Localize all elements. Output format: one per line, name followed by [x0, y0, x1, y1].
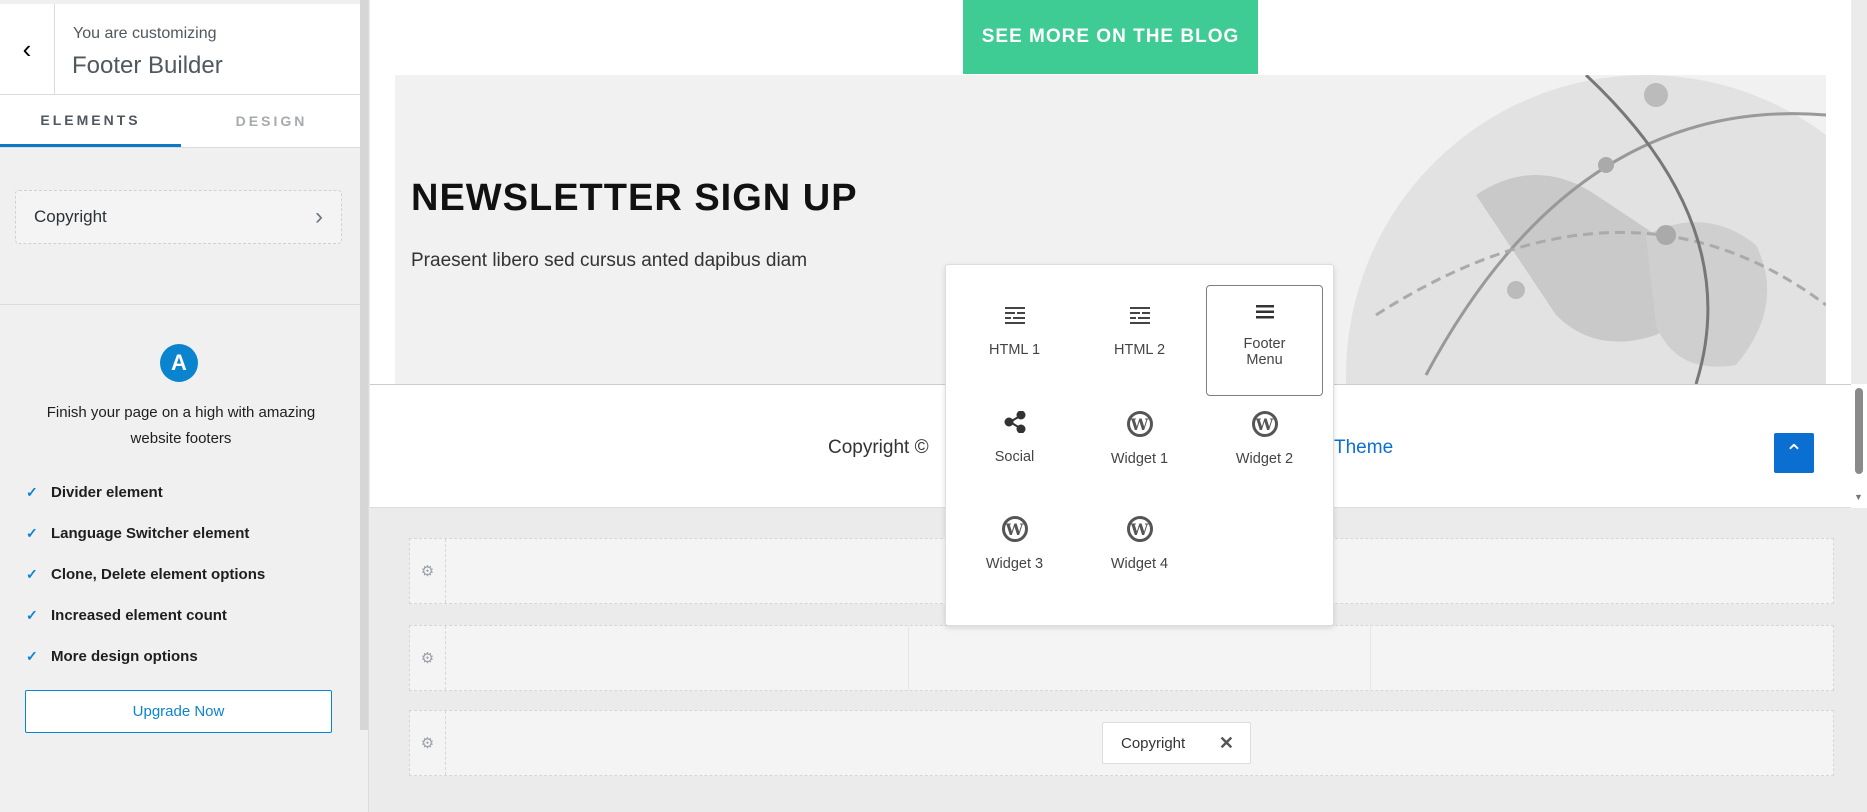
feature-item: ✓ Language Switcher element: [26, 513, 265, 554]
element-label: Widget 1: [1110, 451, 1169, 467]
text-align-icon: [1004, 307, 1025, 324]
element-label: Footer Menu: [1243, 336, 1286, 368]
item-label: Copyright: [34, 207, 107, 226]
check-icon: ✓: [26, 484, 38, 500]
wordpress-icon: W: [1001, 516, 1028, 542]
preview-scrollbar[interactable]: ▼: [1851, 384, 1867, 508]
text-align-icon: [1129, 307, 1150, 324]
upgrade-now-button[interactable]: Upgrade Now: [25, 690, 332, 733]
customizer-sidebar: ‹ You are customizing Footer Builder ELE…: [0, 0, 369, 812]
newsletter-title: NEWSLETTER SIGN UP: [411, 177, 858, 219]
element-html-1[interactable]: HTML 1: [956, 291, 1073, 396]
tab-design[interactable]: DESIGN: [181, 95, 362, 147]
element-html-2[interactable]: HTML 2: [1081, 291, 1198, 396]
divider: [0, 304, 362, 305]
check-icon: ✓: [26, 648, 38, 664]
builder-cell[interactable]: [1371, 626, 1833, 690]
close-icon[interactable]: ✕: [1219, 733, 1234, 754]
wordpress-icon: W: [1251, 411, 1278, 437]
check-icon: ✓: [26, 525, 38, 541]
feature-label: Clone, Delete element options: [51, 566, 266, 583]
element-footer-menu[interactable]: Footer Menu: [1206, 285, 1323, 396]
feature-label: Language Switcher element: [51, 525, 250, 542]
builder-cell[interactable]: Copyright ✕: [446, 711, 1833, 775]
footer-copyright-text: Copyright ©: [828, 437, 929, 458]
copyright-element-item[interactable]: Copyright ›: [15, 190, 342, 244]
gear-icon[interactable]: ⚙: [410, 626, 446, 690]
sidebar-header: ‹ You are customizing Footer Builder: [0, 4, 362, 95]
feature-label: Divider element: [51, 484, 163, 501]
customizing-label: You are customizing: [73, 25, 217, 42]
footer-builder-row-primary: ⚙: [409, 625, 1834, 691]
scroll-to-top-button[interactable]: ⌃: [1774, 433, 1814, 473]
tab-elements[interactable]: ELEMENTS: [0, 95, 181, 147]
feature-label: Increased element count: [51, 607, 227, 624]
element-widget-1[interactable]: W Widget 1: [1081, 396, 1198, 501]
element-label: HTML 1: [988, 342, 1041, 358]
chevron-right-icon: ›: [315, 203, 323, 230]
tab-bar: ELEMENTS DESIGN: [0, 95, 362, 148]
wordpress-icon: W: [1126, 411, 1153, 437]
share-icon: [1004, 411, 1025, 433]
feature-label: More design options: [51, 648, 198, 665]
feature-list: ✓ Divider element ✓ Language Switcher elem…: [26, 472, 265, 677]
check-icon: ✓: [26, 607, 38, 623]
gear-icon[interactable]: ⚙: [410, 711, 446, 775]
footer-builder-row-below: ⚙ Copyright ✕: [409, 710, 1834, 776]
check-icon: ✓: [26, 566, 38, 582]
newsletter-text: Praesent libero sed cursus anted dapibus…: [411, 250, 808, 271]
footer-theme-link[interactable]: Theme: [1334, 437, 1393, 459]
scroll-down-arrow-icon[interactable]: ▼: [1854, 492, 1863, 502]
add-element-popup: HTML 1 HTML 2 Footer Menu Social W Widge…: [945, 264, 1334, 626]
feature-item: ✓ Clone, Delete element options: [26, 554, 265, 595]
promo-text: Finish your page on a high with amazing …: [46, 404, 316, 447]
feature-item: ✓ Divider element: [26, 472, 265, 513]
scrollbar-thumb[interactable]: [1855, 388, 1863, 474]
element-widget-2[interactable]: W Widget 2: [1206, 396, 1323, 501]
copyright-chip[interactable]: Copyright ✕: [1102, 722, 1251, 764]
sidebar-scrollbar[interactable]: [360, 0, 368, 730]
menu-icon: [1255, 305, 1274, 319]
see-more-blog-button[interactable]: SEE MORE ON THE BLOG: [963, 0, 1258, 74]
chevron-up-icon: ⌃: [1784, 440, 1804, 465]
element-label: Widget 2: [1235, 451, 1294, 467]
chevron-left-icon: ‹: [22, 34, 32, 64]
back-button[interactable]: ‹: [0, 4, 55, 95]
element-widget-3[interactable]: W Widget 3: [956, 501, 1073, 606]
builder-cell[interactable]: [909, 626, 1372, 690]
builder-cell[interactable]: [446, 626, 909, 690]
astra-logo-icon: A: [160, 344, 198, 382]
element-label: Widget 4: [1110, 556, 1169, 572]
element-social[interactable]: Social: [956, 396, 1073, 501]
element-label: Widget 3: [985, 556, 1044, 572]
element-label: HTML 2: [1113, 342, 1166, 358]
gear-icon[interactable]: ⚙: [410, 539, 446, 603]
wordpress-icon: W: [1126, 516, 1153, 542]
chip-label: Copyright: [1121, 734, 1186, 752]
element-label: Social: [994, 449, 1035, 465]
feature-item: ✓ More design options: [26, 636, 265, 677]
panel-title: Footer Builder: [72, 52, 223, 79]
element-widget-4[interactable]: W Widget 4: [1081, 501, 1198, 606]
feature-item: ✓ Increased element count: [26, 595, 265, 636]
